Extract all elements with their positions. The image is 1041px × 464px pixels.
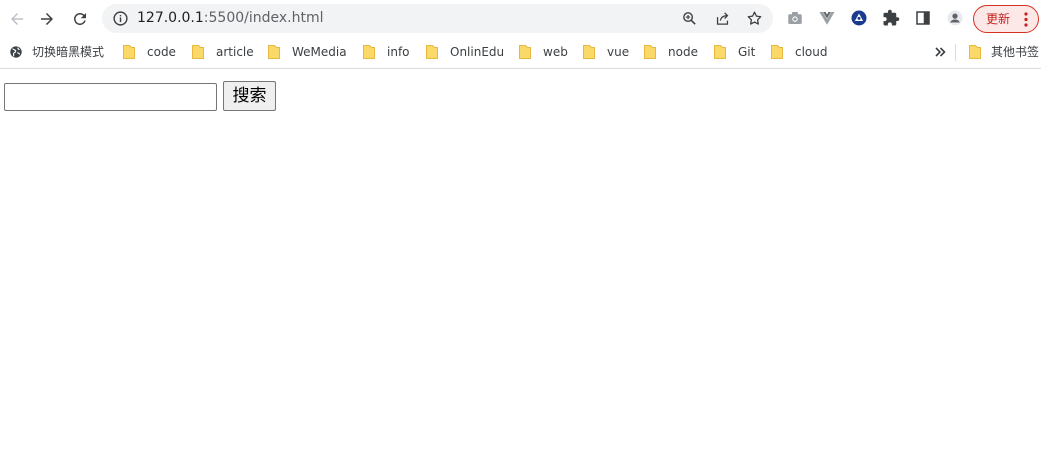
bookmark-label: WeMedia (292, 45, 347, 59)
bookmark-folder-vue[interactable]: vue (582, 43, 629, 61)
update-button[interactable]: 更新 (973, 5, 1039, 33)
back-arrow-icon (11, 13, 23, 25)
camera-icon (788, 12, 802, 24)
bookmark-folder-info[interactable]: info (362, 43, 410, 61)
chevron-double-right-icon[interactable] (933, 45, 947, 59)
search-button[interactable]: 搜索 (223, 81, 276, 111)
bookmark-folder-article[interactable]: article (191, 43, 254, 61)
bookmark-label: article (216, 45, 254, 59)
back-button[interactable] (4, 6, 30, 32)
bookmark-other-bookmarks[interactable]: 其他书签 (968, 43, 1039, 61)
more-vert-icon (1024, 12, 1028, 27)
bookmark-dark-mode[interactable]: 切换暗黑模式 (9, 43, 104, 61)
vue-devtools-icon (819, 12, 835, 25)
puzzle-icon (883, 9, 900, 26)
avatar-icon (947, 10, 963, 26)
reload-button[interactable] (67, 6, 93, 32)
side-panel-icon (916, 11, 930, 25)
profile-button[interactable] (945, 8, 965, 28)
url-host: 127.0.0.1 (137, 10, 204, 26)
folder-icon (363, 45, 375, 59)
circle-extension-icon (851, 10, 867, 26)
folder-icon (426, 45, 438, 59)
bookmark-label: node (668, 45, 698, 59)
extensions-button[interactable] (881, 8, 901, 28)
bookmark-label: web (543, 45, 568, 59)
browser-toolbar: 127.0.0.1:5500/index.html 更新 (0, 0, 1041, 37)
bookmark-label: cloud (795, 45, 828, 59)
bookmark-label: code (147, 45, 176, 59)
folder-icon (268, 45, 280, 59)
zoom-icon (683, 12, 696, 25)
folder-icon (583, 45, 595, 59)
bookmark-folder-wemedia[interactable]: WeMedia (267, 43, 347, 61)
folder-icon (192, 45, 204, 59)
globe-icon (10, 46, 22, 58)
bookmark-folder-node[interactable]: node (643, 43, 698, 61)
folder-icon (519, 45, 531, 59)
bookmark-label: 其他书签 (991, 45, 1040, 59)
reload-icon (73, 12, 86, 25)
vue-devtools-button[interactable] (817, 8, 837, 28)
bookmark-folder-onlinedu[interactable]: OnlinEdu (425, 43, 504, 61)
bookmarks-separator (955, 44, 956, 61)
bookmarks-bar: 切换暗黑模式 code article WeMedia info OnlinEd… (0, 37, 1041, 69)
bookmark-folder-code[interactable]: code (122, 43, 176, 61)
bookmark-folder-cloud[interactable]: cloud (770, 43, 828, 61)
bookmark-label: OnlinEdu (450, 45, 505, 59)
bookmark-label: info (387, 45, 410, 59)
bookmark-folder-web[interactable]: web (518, 43, 568, 61)
share-button[interactable] (713, 9, 732, 28)
folder-icon (969, 45, 981, 59)
camera-extension-button[interactable] (785, 8, 805, 28)
url-text[interactable]: 127.0.0.1:5500/index.html (137, 10, 324, 27)
folder-icon (771, 45, 783, 59)
forward-arrow-icon (41, 13, 53, 25)
page-content: 搜索 (0, 70, 1041, 464)
info-icon[interactable] (112, 10, 129, 27)
bookmark-label: Git (738, 45, 756, 59)
side-panel-button[interactable] (913, 8, 933, 28)
bookmark-star-button[interactable] (745, 9, 764, 28)
bookmark-folder-git[interactable]: Git (713, 43, 755, 61)
forward-button[interactable] (34, 6, 60, 32)
update-label: 更新 (986, 12, 1011, 26)
star-icon (747, 11, 762, 25)
circle-extension-button[interactable] (849, 8, 869, 28)
folder-icon (714, 45, 726, 59)
address-bar[interactable]: 127.0.0.1:5500/index.html (102, 4, 773, 33)
search-input[interactable] (4, 83, 217, 111)
share-icon (716, 12, 729, 25)
folder-icon (123, 45, 135, 59)
bookmark-label: 切换暗黑模式 (32, 45, 105, 59)
zoom-button[interactable] (680, 9, 699, 28)
url-path: :5500/index.html (203, 10, 324, 26)
bookmark-label: vue (607, 45, 630, 59)
folder-icon (644, 45, 656, 59)
